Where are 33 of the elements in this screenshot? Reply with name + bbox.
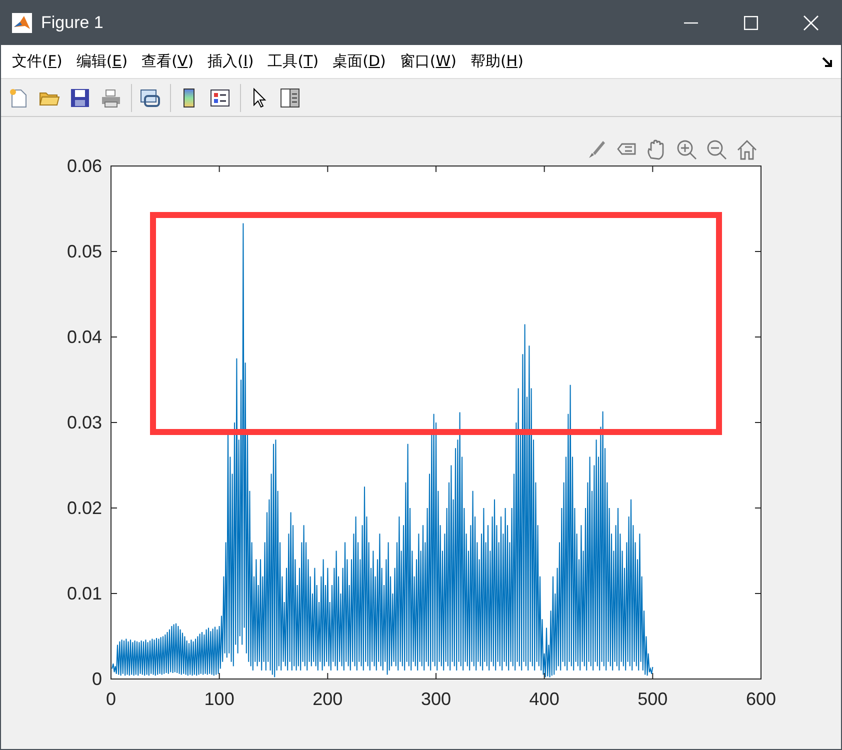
y-tick-label: 0.05	[66, 242, 102, 262]
zoom-in-icon[interactable]	[677, 140, 697, 160]
y-tick-label: 0.02	[66, 498, 102, 518]
zoom-out-icon[interactable]	[707, 140, 727, 160]
x-tick-label: 600	[746, 689, 776, 709]
window-title: Figure 1	[41, 12, 104, 34]
x-tick-label: 500	[638, 689, 668, 709]
close-icon	[803, 15, 819, 31]
y-tick-label: 0	[92, 669, 102, 689]
menu-item[interactable]: 桌面(D)	[328, 50, 391, 73]
y-tick-label: 0.03	[66, 412, 102, 432]
x-tick-label: 200	[312, 689, 343, 709]
menu-item[interactable]: 编辑(E)	[71, 50, 133, 73]
dock-arrow-icon[interactable]	[821, 56, 833, 68]
pan-hand-icon[interactable]	[648, 140, 664, 160]
x-tick-label: 400	[529, 689, 560, 709]
menu-item[interactable]: 文件(F)	[7, 50, 68, 73]
home-icon[interactable]	[737, 140, 757, 160]
x-tick-label: 100	[204, 689, 234, 709]
y-tick-label: 0.01	[66, 584, 102, 604]
maximize-icon	[744, 16, 758, 30]
x-tick-label: 0	[106, 689, 116, 709]
menu-item[interactable]: 帮助(H)	[465, 50, 528, 73]
app-logo-icon	[11, 12, 33, 34]
menu-item[interactable]: 查看(V)	[136, 50, 199, 73]
menu-item[interactable]: 插入(I)	[202, 50, 259, 73]
menu-item[interactable]: 窗口(W)	[394, 50, 462, 73]
data-tip-icon[interactable]	[617, 143, 636, 155]
y-tick-label: 0.04	[66, 327, 102, 347]
brush-icon[interactable]	[589, 141, 605, 158]
x-tick-label: 300	[420, 689, 452, 709]
y-tick-label: 0.06	[66, 156, 102, 176]
menu-item[interactable]: 工具(T)	[262, 50, 324, 73]
